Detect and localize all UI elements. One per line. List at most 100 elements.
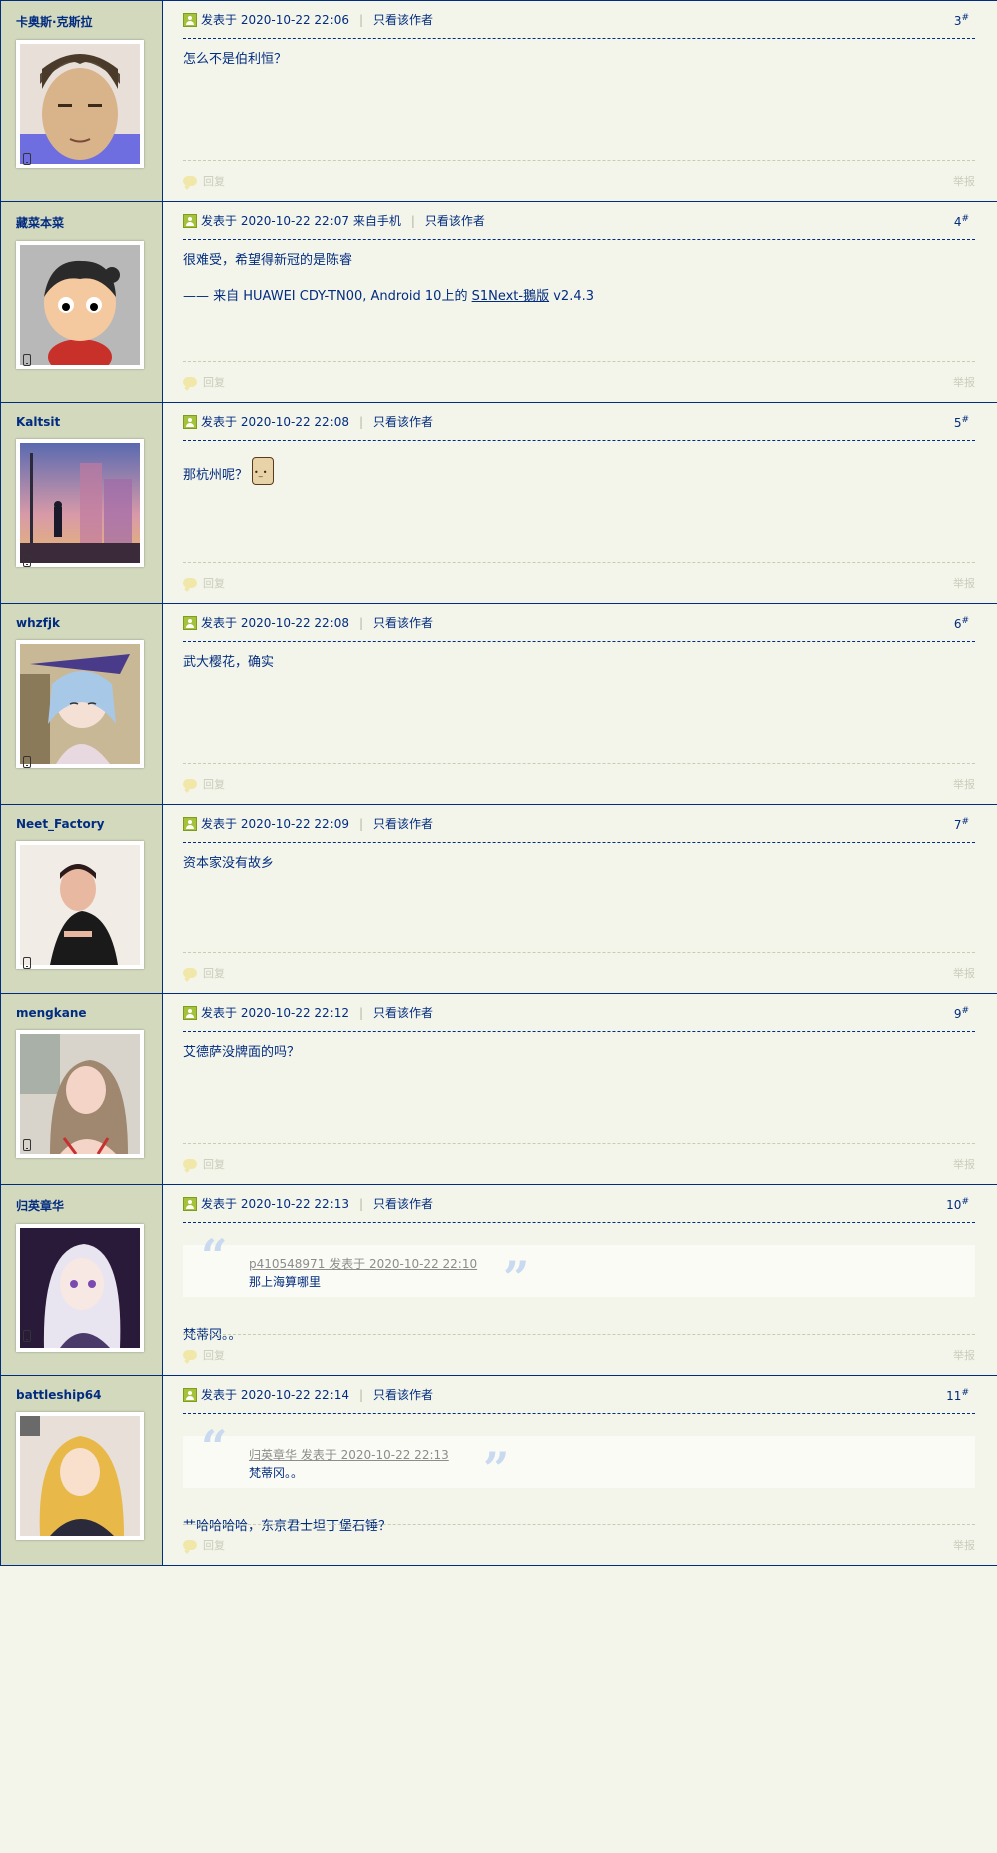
reply-button[interactable]: 回复 <box>183 776 225 792</box>
only-author-link[interactable]: 只看该作者 <box>373 1004 433 1021</box>
post-time: 2020-10-22 22:08 <box>240 414 349 429</box>
floor-number[interactable]: 7# <box>954 817 969 832</box>
post-main: 发表于 2020-10-22 22:08 | 只看该作者 6# 武大樱花，确实 … <box>163 604 997 804</box>
user-icon <box>183 414 197 429</box>
user-icon <box>183 816 197 831</box>
floor-suffix: # <box>961 616 969 626</box>
quote-source-link[interactable]: p410548971 发表于 2020-10-22 22:10 <box>249 1255 975 1273</box>
floor-number[interactable]: 3# <box>954 13 969 28</box>
reply-button[interactable]: 回复 <box>183 1347 225 1363</box>
reply-icon <box>183 176 197 186</box>
post-header: 发表于 2020-10-22 22:12 | 只看该作者 9# <box>183 994 975 1032</box>
post-footer: 回复 举报 <box>183 1524 975 1565</box>
separator: | <box>358 12 364 27</box>
report-link[interactable]: 举报 <box>953 965 975 981</box>
post-content: 艾德萨没牌面的吗？ <box>183 1032 975 1062</box>
report-link[interactable]: 举报 <box>953 173 975 189</box>
reply-icon <box>183 1350 197 1360</box>
author-name[interactable]: Kaltsit <box>16 415 162 429</box>
floor-number[interactable]: 6# <box>954 616 969 631</box>
signature-suffix: v2.4.3 <box>553 289 595 304</box>
floor-number[interactable]: 5# <box>954 415 969 430</box>
only-author-link[interactable]: 只看该作者 <box>425 212 485 229</box>
post-main: 发表于 2020-10-22 22:09 | 只看该作者 7# 资本家没有故乡 … <box>163 805 997 993</box>
avatar[interactable] <box>16 841 144 969</box>
post-list: 卡奥斯·克斯拉 发表于 2020-10-22 22:06 | 只看该作者 3# … <box>0 0 997 1566</box>
reply-button[interactable]: 回复 <box>183 575 225 591</box>
avatar[interactable] <box>16 1224 144 1352</box>
post-header: 发表于 2020-10-22 22:14 | 只看该作者 11# <box>183 1376 975 1414</box>
author-panel: whzfjk <box>1 604 163 804</box>
post-footer: 回复 举报 <box>183 361 975 402</box>
only-author-link[interactable]: 只看该作者 <box>373 815 433 832</box>
reply-button[interactable]: 回复 <box>183 173 225 189</box>
avatar-image <box>20 245 140 365</box>
author-name[interactable]: whzfjk <box>16 616 162 630</box>
reply-button[interactable]: 回复 <box>183 1537 225 1553</box>
reply-label: 回复 <box>203 577 225 590</box>
author-name[interactable]: 归英章华 <box>16 1197 162 1214</box>
post-main: 发表于 2020-10-22 22:08 | 只看该作者 5# 那杭州呢？ 回复… <box>163 403 997 603</box>
post: mengkane 发表于 2020-10-22 22:12 | 只看该作者 9#… <box>1 994 997 1185</box>
report-link[interactable]: 举报 <box>953 374 975 390</box>
quote-block: “ p410548971 发表于 2020-10-22 22:10 那上海算哪里… <box>183 1233 975 1301</box>
quote-block: “ 归英章华 发表于 2020-10-22 22:13 梵蒂冈。。 ” <box>183 1420 975 1492</box>
author-name[interactable]: battleship64 <box>16 1388 162 1402</box>
report-link[interactable]: 举报 <box>953 1347 975 1363</box>
reply-icon <box>183 1159 197 1169</box>
avatar[interactable] <box>16 439 144 567</box>
author-name[interactable]: mengkane <box>16 1006 162 1020</box>
quote-open-icon: “ <box>201 1420 228 1474</box>
floor-value: 11 <box>946 1389 962 1403</box>
floor-number[interactable]: 10# <box>946 1197 969 1212</box>
reply-icon <box>183 1540 197 1550</box>
only-author-link[interactable]: 只看该作者 <box>373 1386 433 1403</box>
signature-prefix: —— 来自 HUAWEI CDY-TN00, Android 10上的 <box>183 289 468 304</box>
post-header: 发表于 2020-10-22 22:08 | 只看该作者 6# <box>183 604 975 642</box>
floor-suffix: # <box>961 13 969 23</box>
post-time: 2020-10-22 22:06 <box>240 12 349 27</box>
reply-button[interactable]: 回复 <box>183 374 225 390</box>
avatar[interactable] <box>16 241 144 369</box>
client-link[interactable]: S1Next-鵝版 <box>472 289 550 304</box>
only-author-link[interactable]: 只看该作者 <box>373 413 433 430</box>
reply-button[interactable]: 回复 <box>183 1156 225 1172</box>
floor-number[interactable]: 4# <box>954 214 969 229</box>
only-author-link[interactable]: 只看该作者 <box>373 11 433 28</box>
post-header: 发表于 2020-10-22 22:09 | 只看该作者 7# <box>183 805 975 843</box>
post-time: 2020-10-22 22:09 <box>240 816 349 831</box>
floor-number[interactable]: 9# <box>954 1006 969 1021</box>
mobile-icon <box>23 1330 31 1342</box>
avatar[interactable] <box>16 40 144 168</box>
reply-icon <box>183 779 197 789</box>
post-time: 2020-10-22 22:12 <box>240 1005 349 1020</box>
author-panel: 藏菜本菜 <box>1 202 163 402</box>
reply-button[interactable]: 回复 <box>183 965 225 981</box>
quote-source-link[interactable]: 归英章华 发表于 2020-10-22 22:13 <box>249 1446 975 1464</box>
posted-label: 发表于 <box>201 415 238 429</box>
separator: | <box>358 1196 364 1211</box>
author-name[interactable]: 卡奥斯·克斯拉 <box>16 13 162 30</box>
post-content: 资本家没有故乡 <box>183 843 975 873</box>
report-link[interactable]: 举报 <box>953 1156 975 1172</box>
only-author-link[interactable]: 只看该作者 <box>373 1195 433 1212</box>
post-text: 怎么不是伯利恒？ <box>183 52 288 67</box>
quote-text: 那上海算哪里 <box>249 1275 322 1289</box>
separator: | <box>358 816 364 831</box>
floor-suffix: # <box>961 415 969 425</box>
mobile-icon <box>23 354 31 366</box>
post-text: 资本家没有故乡 <box>183 856 275 871</box>
author-name[interactable]: 藏菜本菜 <box>16 214 162 231</box>
report-link[interactable]: 举报 <box>953 776 975 792</box>
avatar[interactable] <box>16 1030 144 1158</box>
post-footer: 回复 举报 <box>183 160 975 201</box>
post-content: 怎么不是伯利恒？ <box>183 39 975 69</box>
only-author-link[interactable]: 只看该作者 <box>373 614 433 631</box>
avatar[interactable] <box>16 640 144 768</box>
report-link[interactable]: 举报 <box>953 1537 975 1553</box>
floor-number[interactable]: 11# <box>946 1388 969 1403</box>
author-name[interactable]: Neet_Factory <box>16 817 162 831</box>
separator: | <box>358 1005 364 1020</box>
avatar[interactable] <box>16 1412 144 1540</box>
report-link[interactable]: 举报 <box>953 575 975 591</box>
